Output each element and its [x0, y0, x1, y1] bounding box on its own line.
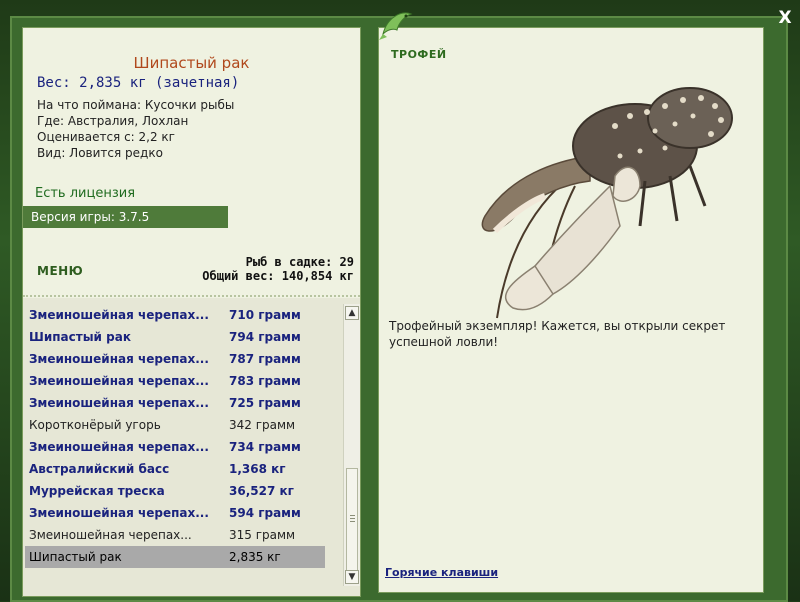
total-weight: Общий вес: 140,854 кг [202, 269, 354, 283]
catch-list: Змеиношейная черепах... 710 грамм Шипастый… [25, 304, 325, 568]
catch-weight: 710 грамм [229, 308, 301, 322]
fish-emblem-icon [379, 12, 413, 40]
catch-weight: 594 грамм [229, 506, 301, 520]
divider [23, 295, 360, 297]
list-item[interactable]: Змеиношейная черепах... 783 грамм [25, 370, 325, 392]
fish-title: Шипастый рак [133, 54, 250, 72]
list-item[interactable]: Муррейская треска 36,527 кг [25, 480, 325, 502]
fish-weight: Вес: 2,835 кг (зачетная) [37, 75, 240, 91]
kind-info: Вид: Ловится редко [37, 146, 163, 160]
fish-count: Рыб в садке: 29 [245, 255, 354, 269]
catch-name: Змеиношейная черепах... [29, 506, 209, 520]
catch-name: Шипастый рак [29, 330, 131, 344]
valued-info: Оценивается с: 2,2 кг [37, 130, 175, 144]
catch-weight: 734 грамм [229, 440, 301, 454]
catch-name: Шипастый рак [29, 550, 122, 564]
list-item[interactable]: Шипастый рак 2,835 кг [25, 546, 325, 568]
close-icon[interactable]: X [776, 9, 794, 27]
list-item[interactable]: Коротконёрый угорь 342 грамм [25, 414, 325, 436]
list-item[interactable]: Змеиношейная черепах... 315 грамм [25, 524, 325, 546]
list-item[interactable]: Змеиношейная черепах... 734 грамм [25, 436, 325, 458]
list-item[interactable]: Змеиношейная черепах... 710 грамм [25, 304, 325, 326]
hotkeys-link[interactable]: Горячие клавиши [385, 566, 498, 579]
catch-weight: 787 грамм [229, 352, 301, 366]
catch-weight: 725 грамм [229, 396, 301, 410]
list-item[interactable]: Змеиношейная черепах... 594 грамм [25, 502, 325, 524]
catch-name: Змеиношейная черепах... [29, 374, 209, 388]
catch-name: Змеиношейная черепах... [29, 308, 209, 322]
catch-weight: 342 грамм [229, 418, 296, 432]
catch-name: Австралийский басс [29, 462, 170, 476]
catch-weight: 315 грамм [229, 528, 296, 542]
catch-weight: 783 грамм [229, 374, 301, 388]
keepnet-stats: Рыб в садке: 29 Общий вес: 140,854 кг [202, 255, 354, 283]
scrollbar[interactable]: ▲ ▼ [343, 304, 360, 586]
chevron-up-icon[interactable]: ▲ [345, 306, 359, 320]
list-item[interactable]: Змеиношейная черепах... 725 грамм [25, 392, 325, 414]
catch-weight: 1,368 кг [229, 462, 286, 476]
catch-weight: 794 грамм [229, 330, 301, 344]
list-item[interactable]: Шипастый рак 794 грамм [25, 326, 325, 348]
scroll-thumb[interactable] [346, 468, 358, 572]
chevron-down-icon[interactable]: ▼ [345, 570, 359, 584]
catch-name: Змеиношейная черепах... [29, 352, 209, 366]
catch-weight: 36,527 кг [229, 484, 294, 498]
crayfish-image [481, 87, 733, 319]
trophy-description: Трофейный экземпляр! Кажется, вы открыли… [389, 319, 726, 349]
catch-name: Коротконёрый угорь [29, 418, 161, 432]
list-item[interactable]: Австралийский басс 1,368 кг [25, 458, 325, 480]
catch-name: Змеиношейная черепах... [29, 440, 209, 454]
menu-button[interactable]: МЕНЮ [37, 264, 83, 278]
bait-info: На что поймана: Кусочки рыбы [37, 98, 235, 112]
location-info: Где: Австралия, Лохлан [37, 114, 189, 128]
license-status: Есть лицензия [35, 186, 136, 201]
fish-info-panel: Шипастый рак Вес: 2,835 кг (зачетная) На… [22, 27, 361, 597]
list-item[interactable]: Змеиношейная черепах... 787 грамм [25, 348, 325, 370]
catch-name: Змеиношейная черепах... [29, 528, 192, 542]
catch-name: Муррейская треска [29, 484, 165, 498]
game-version: Версия игры: 3.7.5 [23, 206, 228, 228]
trophy-panel: ТРОФЕЙ Трофейный экземпляр! Кажется, вы … [378, 12, 764, 593]
catch-name: Змеиношейная черепах... [29, 396, 209, 410]
catch-weight: 2,835 кг [229, 550, 281, 564]
